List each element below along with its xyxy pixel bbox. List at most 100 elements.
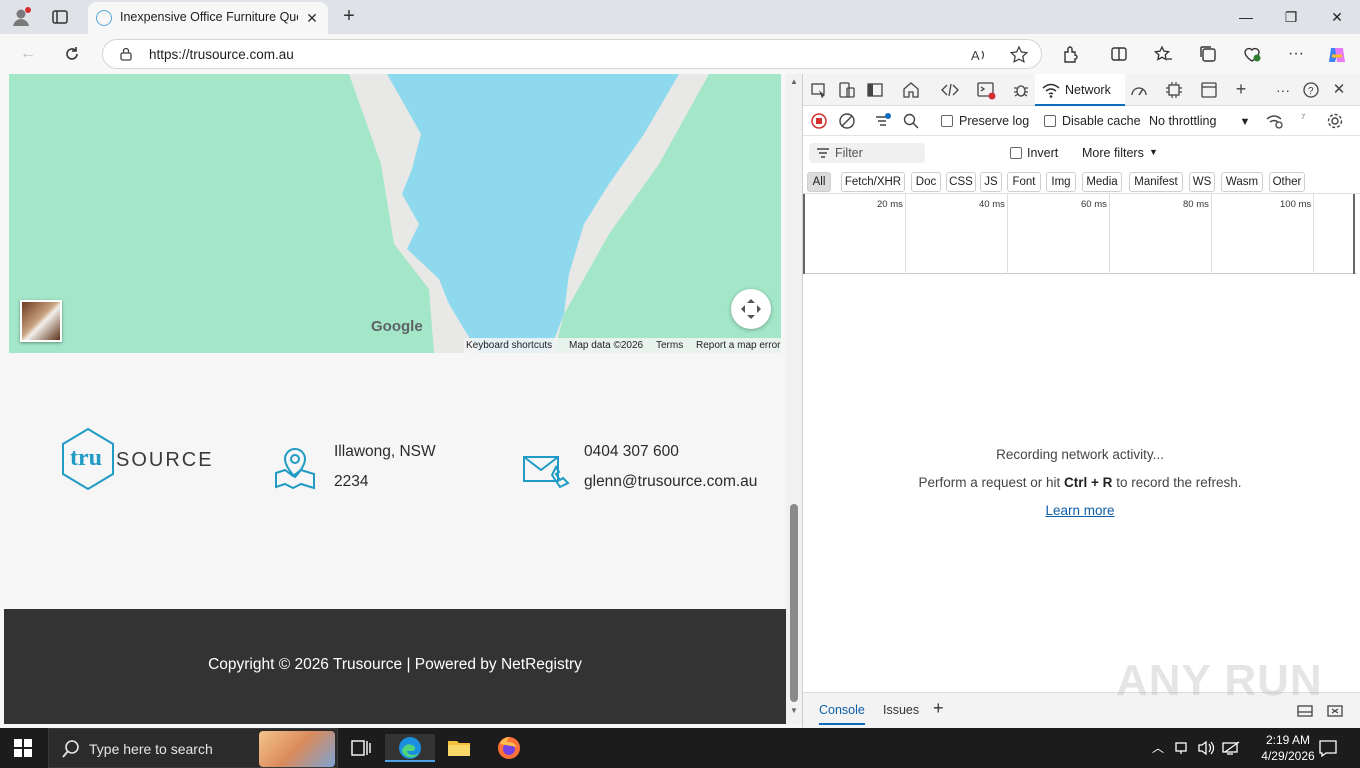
tray-volume-icon[interactable] — [1196, 734, 1216, 762]
tab-actions-icon[interactable] — [50, 7, 70, 27]
lock-icon[interactable] — [119, 47, 133, 61]
favorite-star-icon[interactable] — [1009, 45, 1029, 65]
tab-close-icon[interactable]: ✕ — [304, 10, 320, 26]
type-filter-img[interactable]: Img — [1046, 172, 1076, 192]
drawer-tab-console[interactable]: Console — [819, 703, 865, 725]
taskbar-edge-icon[interactable] — [385, 734, 435, 762]
scroll-up-icon[interactable]: ▲ — [789, 77, 799, 87]
help-icon[interactable]: ? — [1301, 80, 1321, 100]
refresh-icon[interactable] — [61, 43, 83, 65]
memory-chip-icon[interactable] — [1164, 80, 1184, 100]
hint-prefix: Perform a request or hit — [918, 475, 1065, 490]
application-icon[interactable] — [1199, 80, 1219, 100]
type-filter-css[interactable]: CSS — [946, 172, 976, 192]
new-tab-icon[interactable]: + — [338, 6, 360, 28]
type-filter-other[interactable]: Other — [1269, 172, 1305, 192]
record-stop-icon[interactable] — [809, 111, 829, 131]
street-view-thumbnail[interactable] — [20, 300, 62, 342]
type-filter-ws[interactable]: WS — [1189, 172, 1215, 192]
type-filter-all[interactable]: All — [807, 172, 831, 192]
favorites-icon[interactable] — [1153, 44, 1173, 64]
tab-network[interactable]: Network — [1035, 74, 1125, 106]
dock-side-icon[interactable] — [865, 80, 885, 100]
import-har-icon[interactable]: ⁷ — [1301, 111, 1321, 131]
more-filters-dropdown-icon[interactable]: ▼ — [1149, 147, 1158, 157]
email-link[interactable]: glenn@trusource.com.au — [584, 467, 757, 497]
device-emulation-icon[interactable] — [837, 80, 857, 100]
console-icon[interactable] — [976, 80, 996, 100]
notification-center-icon[interactable] — [1316, 734, 1340, 762]
search-highlight-image[interactable] — [259, 731, 335, 767]
scroll-thumb[interactable] — [790, 504, 798, 702]
throttling-select[interactable]: No throttling — [1149, 114, 1216, 128]
map-camera-control-icon[interactable] — [731, 289, 771, 329]
timeline-right-handle[interactable] — [1353, 194, 1355, 274]
restore-icon[interactable]: ❐ — [1279, 6, 1303, 28]
trusource-logo[interactable]: tru SOURCE — [58, 427, 212, 491]
tray-network-status-icon[interactable] — [1220, 734, 1242, 762]
page-scrollbar[interactable]: ▲ ▼ — [786, 74, 802, 724]
type-filter-media[interactable]: Media — [1082, 172, 1122, 192]
tray-network-icon[interactable] — [1172, 734, 1192, 762]
firefox-icon[interactable] — [494, 734, 524, 762]
devtools-menu-icon[interactable]: ··· — [1273, 80, 1293, 100]
performance-icon[interactable] — [1129, 80, 1149, 100]
type-filter-font[interactable]: Font — [1007, 172, 1041, 192]
minimize-icon[interactable]: — — [1234, 6, 1258, 28]
timeline-left-handle[interactable] — [803, 194, 805, 274]
close-window-icon[interactable]: ✕ — [1325, 6, 1349, 28]
preserve-log-checkbox[interactable] — [941, 115, 953, 127]
report-map-error-link[interactable]: Report a map error — [696, 340, 780, 351]
type-filter-manifest[interactable]: Manifest — [1129, 172, 1183, 192]
file-explorer-icon[interactable] — [444, 734, 474, 762]
disable-cache-checkbox[interactable] — [1044, 115, 1056, 127]
sources-bug-icon[interactable] — [1011, 80, 1031, 100]
profile-icon[interactable] — [10, 6, 32, 28]
filter-settings-icon[interactable] — [873, 111, 893, 131]
url-bar[interactable]: https://trusource.com.au A — [102, 39, 1042, 69]
type-filter-doc[interactable]: Doc — [911, 172, 941, 192]
network-overview-timeline[interactable]: 20 ms 40 ms 60 ms 80 ms 100 ms — [803, 194, 1357, 274]
terms-link[interactable]: Terms — [656, 340, 683, 351]
windows-start-icon[interactable] — [14, 739, 32, 757]
copilot-icon[interactable] — [1326, 44, 1346, 64]
throttling-dropdown-icon[interactable]: ▼ — [1235, 113, 1255, 133]
split-screen-icon[interactable] — [1109, 44, 1129, 64]
filter-funnel-icon — [815, 144, 835, 164]
search-icon[interactable] — [901, 111, 921, 131]
more-tools-plus-icon[interactable]: + — [1231, 80, 1251, 100]
scroll-down-icon[interactable]: ▼ — [789, 706, 799, 716]
welcome-home-icon[interactable] — [901, 80, 921, 100]
task-view-icon[interactable] — [346, 734, 376, 762]
learn-more-link[interactable]: Learn more — [803, 503, 1357, 518]
network-conditions-icon[interactable] — [1265, 111, 1285, 131]
drawer-add-tab-icon[interactable]: + — [933, 698, 944, 719]
invert-checkbox[interactable] — [1010, 147, 1022, 159]
browser-essentials-icon[interactable] — [1242, 44, 1262, 64]
keyboard-shortcuts-link[interactable]: Keyboard shortcuts — [466, 340, 552, 351]
taskbar-search-box[interactable]: Type here to search — [48, 728, 338, 768]
network-toolbar: Preserve log Disable cache No throttling… — [803, 106, 1360, 136]
more-options-icon[interactable]: ··· — [1286, 44, 1306, 64]
extensions-icon[interactable] — [1061, 44, 1081, 64]
phone-link[interactable]: 0404 307 600 — [584, 437, 757, 467]
tray-chevron-icon[interactable]: ︿ — [1148, 734, 1168, 762]
type-filter-js[interactable]: JS — [980, 172, 1002, 192]
type-filter-fetch-xhr[interactable]: Fetch/XHR — [841, 172, 905, 192]
network-settings-gear-icon[interactable] — [1325, 111, 1345, 131]
more-filters-button[interactable]: More filters — [1082, 146, 1144, 160]
drawer-tab-issues[interactable]: Issues — [883, 703, 919, 717]
close-drawer-icon[interactable] — [1325, 701, 1345, 721]
tray-clock[interactable]: 2:19 AM 4/29/2026 — [1252, 732, 1324, 764]
browser-tab-active[interactable]: Inexpensive Office Furniture Quot ✕ — [88, 2, 328, 34]
read-aloud-icon[interactable]: A — [969, 45, 989, 65]
clear-icon[interactable] — [837, 111, 857, 131]
elements-code-icon[interactable] — [940, 80, 960, 100]
google-map[interactable]: Google Keyboard shortcuts Map data ©2026… — [9, 74, 781, 353]
filter-input[interactable]: Filter — [809, 143, 925, 163]
back-icon[interactable]: ← — [17, 43, 39, 65]
inspect-element-icon[interactable] — [809, 80, 829, 100]
collections-icon[interactable] — [1198, 44, 1218, 64]
type-filter-wasm[interactable]: Wasm — [1221, 172, 1263, 192]
close-devtools-icon[interactable]: ✕ — [1329, 80, 1349, 100]
